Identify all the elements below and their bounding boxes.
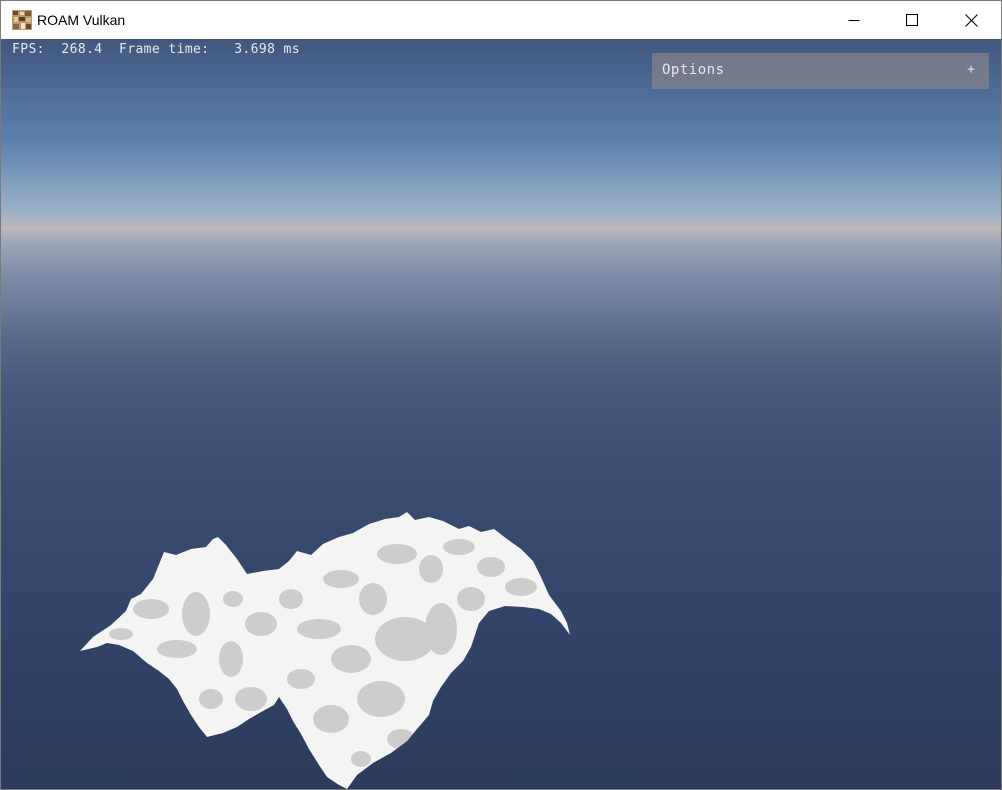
frame-time-value: 3.698 ms [234, 42, 301, 57]
close-button[interactable] [942, 1, 1000, 39]
application-window: ROAM Vulkan FPS: 268.4 Frame time: 3.698… [0, 0, 1002, 790]
minimize-button[interactable] [825, 1, 883, 39]
close-icon [964, 13, 978, 27]
minimize-icon [848, 20, 860, 21]
title-bar[interactable]: ROAM Vulkan [1, 1, 1001, 39]
fps-value: 268.4 [61, 42, 103, 57]
expand-icon[interactable]: + [967, 62, 975, 77]
window-title: ROAM Vulkan [37, 12, 126, 28]
maximize-icon [906, 14, 918, 26]
fps-label: FPS: [12, 42, 45, 57]
app-icon [12, 10, 32, 30]
render-viewport[interactable]: FPS: 268.4 Frame time: 3.698 ms Options … [1, 39, 1001, 789]
maximize-button[interactable] [883, 1, 941, 39]
options-label: Options [662, 62, 725, 78]
terrain-mesh [80, 512, 570, 789]
performance-overlay: FPS: 268.4 Frame time: 3.698 ms [12, 42, 300, 57]
options-panel-header[interactable]: Options + [652, 53, 989, 89]
frame-time-label: Frame time: [119, 42, 210, 57]
